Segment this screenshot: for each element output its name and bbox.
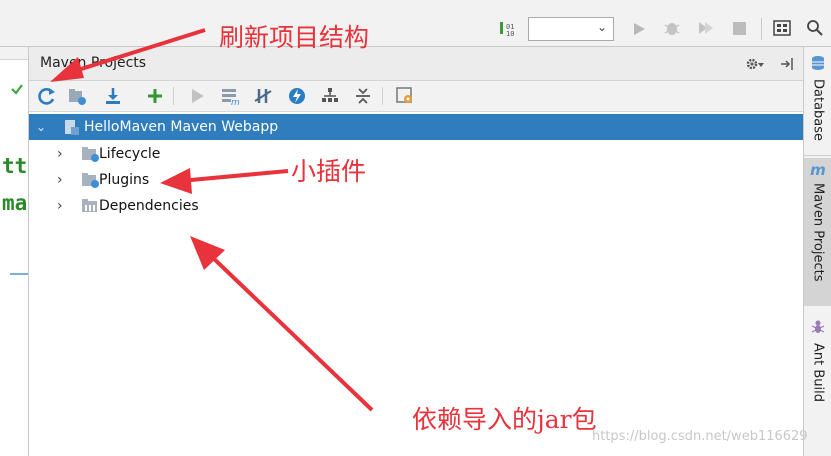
run-icon[interactable]	[187, 86, 207, 106]
settings-icon[interactable]	[745, 56, 765, 76]
ant-icon	[810, 319, 826, 339]
execute-goal-icon[interactable]: m	[220, 86, 240, 106]
toggle-offline-icon[interactable]	[253, 86, 273, 106]
annotation-refresh: 刷新项目结构	[219, 23, 370, 52]
panel-title: Maven Projects	[40, 55, 147, 71]
tab-ant-build[interactable]: Ant Build	[804, 319, 831, 402]
chevron-right-icon[interactable]: ›	[57, 198, 71, 214]
skip-tests-icon[interactable]	[287, 86, 307, 106]
download-icon[interactable]	[103, 86, 123, 106]
search-icon[interactable]	[806, 19, 824, 41]
debug-icon[interactable]	[663, 19, 681, 41]
toolbar-divider	[173, 87, 174, 105]
sort-icon[interactable]: 01 10	[498, 20, 516, 38]
maven-m-icon: m	[810, 161, 826, 179]
run-config-dropdown[interactable]: ⌄	[528, 17, 614, 41]
tree-item-label: Dependencies	[99, 198, 199, 214]
show-dependencies-icon[interactable]	[320, 86, 340, 106]
tab-separator	[804, 155, 831, 156]
svg-text:10: 10	[506, 30, 514, 38]
toolbar-divider	[761, 18, 762, 40]
folder-gear-icon	[81, 145, 99, 163]
tab-maven-projects[interactable]: m Maven Projects	[804, 158, 831, 306]
stop-icon[interactable]	[732, 21, 747, 40]
tree-item-dependencies[interactable]: › Dependencies	[29, 193, 199, 219]
tree-item-plugins[interactable]: › Plugins	[29, 167, 149, 193]
tree-root-label: HelloMaven Maven Webapp	[84, 119, 279, 135]
editor-gutter: tt ma	[0, 47, 29, 456]
tab-label: Database	[810, 79, 826, 142]
tree-item-label: Plugins	[99, 172, 150, 188]
panel-header: Maven Projects	[29, 47, 803, 81]
tab-label: Ant Build	[810, 343, 826, 402]
gutter-top	[0, 47, 28, 60]
hide-panel-icon[interactable]	[779, 56, 795, 76]
annotation-dependencies: 依赖导入的jar包	[412, 405, 597, 434]
database-icon	[810, 55, 826, 75]
generate-sources-icon[interactable]	[67, 86, 87, 106]
chevron-down-icon: ⌄	[596, 20, 607, 34]
maven-projects-panel: Maven Projects m ⌄ HelloMaven Maven Weba…	[29, 47, 803, 456]
collapse-all-icon[interactable]	[353, 86, 373, 106]
coverage-icon[interactable]	[697, 19, 715, 41]
tab-label: Maven Projects	[810, 183, 826, 282]
code-line: ma	[2, 191, 28, 215]
maven-module-icon	[62, 118, 80, 136]
tree-item-label: Lifecycle	[99, 146, 161, 162]
library-folder-icon	[81, 197, 99, 215]
refresh-icon[interactable]	[37, 86, 57, 106]
chevron-down-icon[interactable]: ⌄	[36, 120, 50, 134]
toolbar-divider	[382, 87, 383, 105]
maven-toolbar: m	[29, 81, 803, 112]
add-icon[interactable]	[145, 86, 165, 106]
tree-item-lifecycle[interactable]: › Lifecycle	[29, 141, 160, 167]
chevron-right-icon[interactable]: ›	[57, 146, 71, 162]
checkmark-icon	[10, 80, 24, 99]
main-toolbar: 01 10 ⌄	[0, 0, 831, 47]
run-icon[interactable]	[632, 21, 646, 41]
code-line: tt	[2, 154, 28, 178]
chevron-right-icon[interactable]: ›	[57, 172, 71, 188]
gutter-marker	[10, 273, 28, 275]
right-tool-strip: Database m Maven Projects Ant Build	[803, 47, 831, 456]
structure-icon[interactable]	[773, 19, 791, 41]
tree-root-item[interactable]: ⌄ HelloMaven Maven Webapp	[29, 114, 803, 140]
maven-settings-icon[interactable]	[395, 86, 415, 106]
folder-gear-icon	[81, 171, 99, 189]
annotation-plugins: 小插件	[291, 157, 367, 186]
svg-text:m: m	[231, 98, 240, 106]
watermark: https://blog.csdn.net/web116629	[592, 429, 808, 444]
tab-database[interactable]: Database	[804, 55, 831, 141]
